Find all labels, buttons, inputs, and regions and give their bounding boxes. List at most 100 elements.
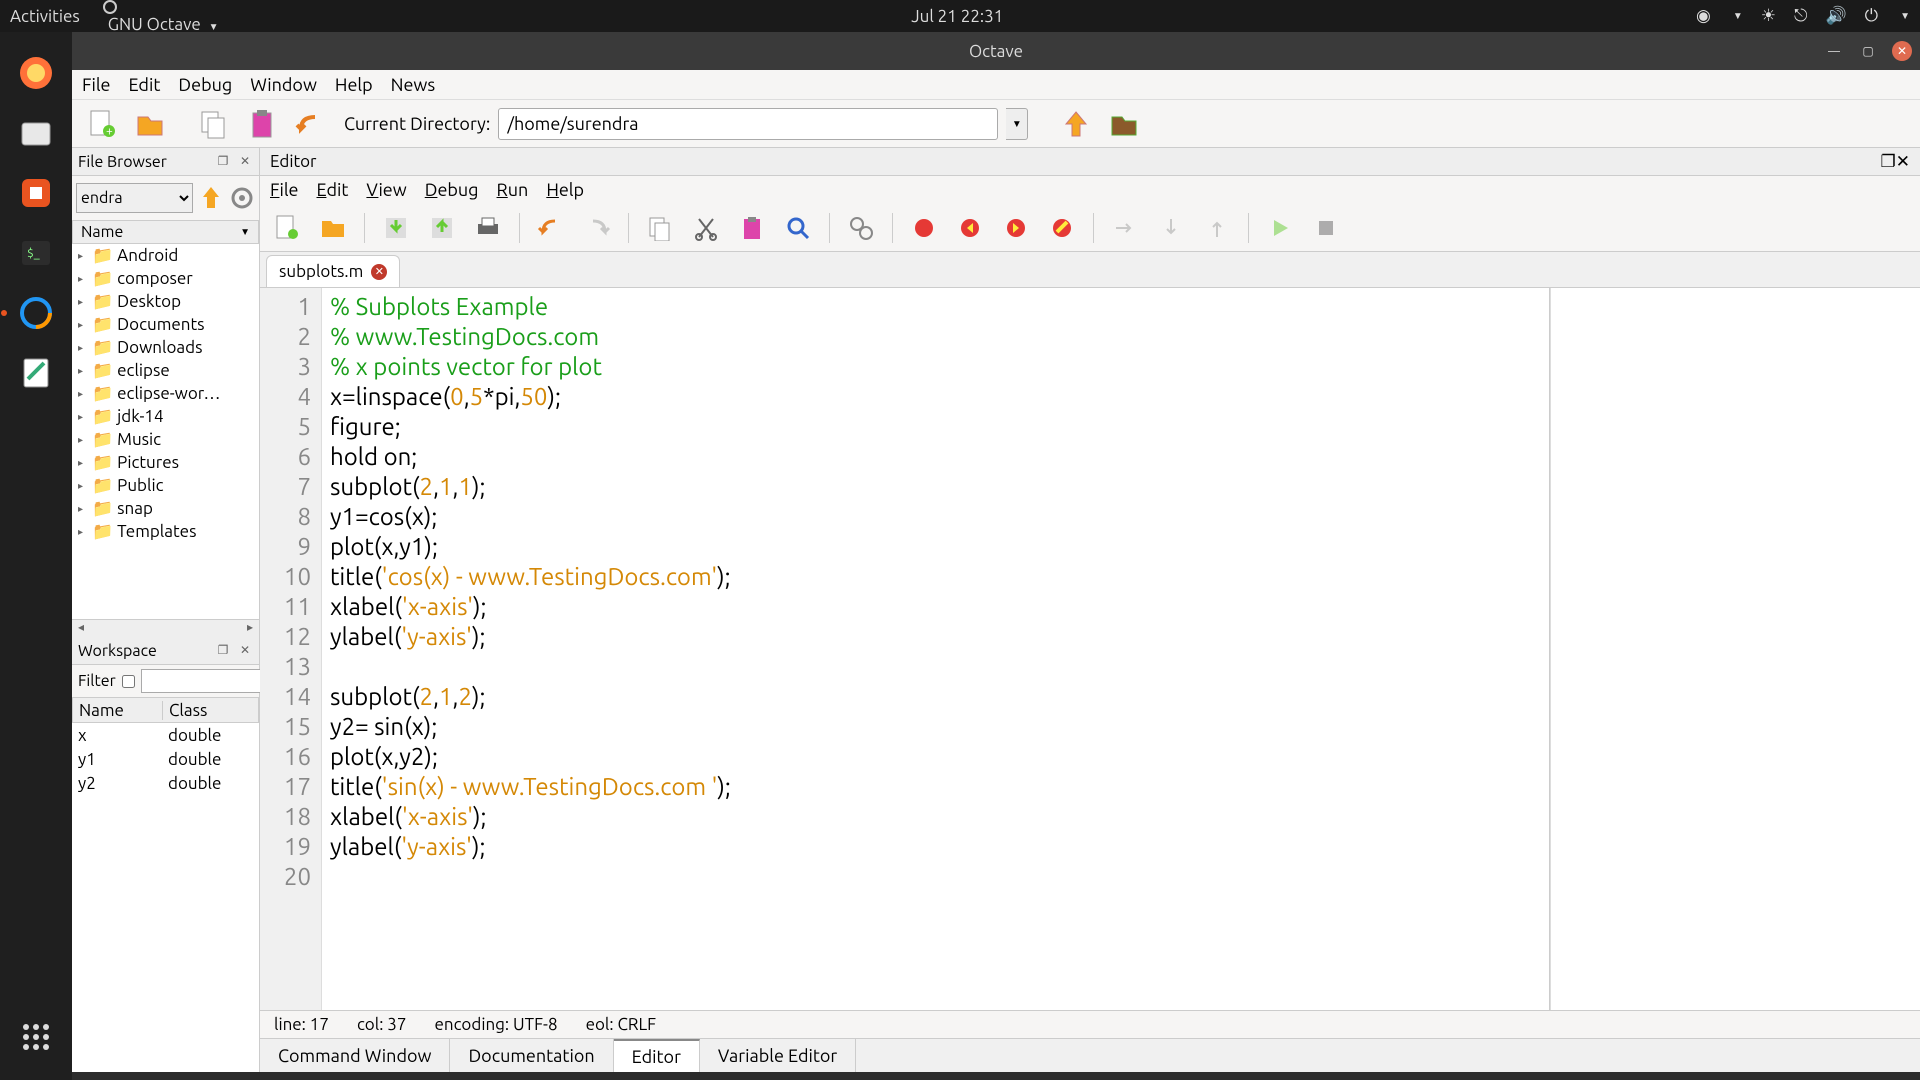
workspace-columns[interactable]: Name Class xyxy=(72,697,259,723)
open-button[interactable] xyxy=(314,209,352,247)
menu-debug[interactable]: Debug xyxy=(178,75,232,95)
dock-software[interactable] xyxy=(9,166,63,220)
accessibility-icon[interactable]: ◉ xyxy=(1696,6,1711,26)
file-item[interactable]: ▸📁Templates xyxy=(72,520,259,543)
new-file-button[interactable]: + xyxy=(82,104,122,144)
workspace-var[interactable]: y1double xyxy=(72,747,259,771)
editor-panel-header[interactable]: Editor ❐ ✕ xyxy=(260,148,1920,176)
restore-icon[interactable]: ❐ xyxy=(215,154,231,170)
workspace-header[interactable]: Workspace ❐ ✕ xyxy=(72,637,259,665)
code-editor[interactable]: 1234567891011121314151617181920 % Subplo… xyxy=(260,288,1550,1010)
step-out-button[interactable] xyxy=(1198,209,1236,247)
open-file-button[interactable] xyxy=(130,104,170,144)
file-item[interactable]: ▸📁Android xyxy=(72,244,259,267)
network-icon[interactable]: ⎋ xyxy=(1794,6,1807,26)
breakpoint-clear-button[interactable] xyxy=(1043,209,1081,247)
dock-firefox[interactable] xyxy=(9,46,63,100)
editor-tab[interactable]: subplots.m ✕ xyxy=(266,255,400,287)
breakpoint-next-button[interactable] xyxy=(997,209,1035,247)
file-item[interactable]: ▸📁Downloads xyxy=(72,336,259,359)
volume-icon[interactable]: 🔊 xyxy=(1825,6,1846,26)
redo-button[interactable] xyxy=(578,209,616,247)
bottom-tab-command-window[interactable]: Command Window xyxy=(260,1039,450,1072)
dock-terminal[interactable]: $_ xyxy=(9,226,63,280)
maximize-button[interactable]: ▢ xyxy=(1858,41,1878,61)
dock-octave[interactable] xyxy=(9,286,63,340)
run-button[interactable] xyxy=(1261,209,1299,247)
paste-button[interactable] xyxy=(733,209,771,247)
menu-help[interactable]: Help xyxy=(335,75,373,95)
dock-files[interactable] xyxy=(9,106,63,160)
editor-menu-help[interactable]: Help xyxy=(546,180,584,200)
print-button[interactable] xyxy=(469,209,507,247)
bottom-tab-variable-editor[interactable]: Variable Editor xyxy=(700,1039,856,1072)
saveas-button[interactable] xyxy=(423,209,461,247)
cut-button[interactable] xyxy=(687,209,725,247)
current-dir-dropdown[interactable]: ▼ xyxy=(1006,108,1028,140)
editor-menu-debug[interactable]: Debug xyxy=(425,180,479,200)
new-button[interactable] xyxy=(268,209,306,247)
menu-news[interactable]: News xyxy=(391,75,436,95)
dock-show-apps[interactable] xyxy=(9,1010,63,1064)
file-item[interactable]: ▸📁Desktop xyxy=(72,290,259,313)
copy-button[interactable] xyxy=(641,209,679,247)
find-button[interactable] xyxy=(779,209,817,247)
file-item[interactable]: ▸📁Music xyxy=(72,428,259,451)
restore-icon[interactable]: ❐ xyxy=(1881,152,1896,172)
browse-dir-button[interactable] xyxy=(1104,104,1144,144)
editor-menu-file[interactable]: File xyxy=(270,180,299,200)
step-in-button[interactable] xyxy=(1152,209,1190,247)
file-item[interactable]: ▸📁Pictures xyxy=(72,451,259,474)
copy-button[interactable] xyxy=(194,104,234,144)
file-item[interactable]: ▸📁Documents xyxy=(72,313,259,336)
app-menu[interactable]: GNU Octave ▼ xyxy=(102,0,219,34)
dir-up-button[interactable] xyxy=(1056,104,1096,144)
editor-menu-run[interactable]: Run xyxy=(497,180,529,200)
fb-up-button[interactable] xyxy=(197,184,225,212)
breakpoint-button[interactable] xyxy=(905,209,943,247)
activities-button[interactable]: Activities xyxy=(10,7,80,26)
save-button[interactable] xyxy=(377,209,415,247)
menu-file[interactable]: File xyxy=(82,75,111,95)
tab-modified-icon[interactable]: ✕ xyxy=(371,264,387,280)
workspace-var[interactable]: xdouble xyxy=(72,723,259,747)
path-dropdown[interactable]: endra xyxy=(76,183,193,213)
fb-column-header[interactable]: Name ▼ xyxy=(72,220,259,244)
file-item[interactable]: ▸📁Public xyxy=(72,474,259,497)
file-item[interactable]: ▸📁eclipse xyxy=(72,359,259,382)
preferences-button[interactable] xyxy=(842,209,880,247)
bottom-tab-documentation[interactable]: Documentation xyxy=(450,1039,613,1072)
titlebar[interactable]: Octave — ▢ ✕ xyxy=(72,32,1920,70)
close-icon[interactable]: ✕ xyxy=(237,643,253,659)
close-icon[interactable]: ✕ xyxy=(1896,152,1910,172)
file-browser-header[interactable]: File Browser ❐ ✕ xyxy=(72,148,259,176)
workspace-var[interactable]: y2double xyxy=(72,771,259,795)
filter-checkbox[interactable] xyxy=(122,675,135,688)
file-item[interactable]: ▸📁composer xyxy=(72,267,259,290)
menu-window[interactable]: Window xyxy=(250,75,317,95)
editor-menu-view[interactable]: View xyxy=(366,180,406,200)
current-dir-input[interactable] xyxy=(498,108,998,140)
fb-scrollbar[interactable]: ◂▸ xyxy=(72,619,259,637)
file-item[interactable]: ▸📁jdk-14 xyxy=(72,405,259,428)
undo-button[interactable] xyxy=(290,104,330,144)
bottom-tab-editor[interactable]: Editor xyxy=(614,1039,700,1072)
dock-gedit[interactable] xyxy=(9,346,63,400)
undo-button[interactable] xyxy=(532,209,570,247)
close-icon[interactable]: ✕ xyxy=(237,154,253,170)
fb-settings-button[interactable] xyxy=(229,185,255,211)
paste-button[interactable] xyxy=(242,104,282,144)
step-button[interactable] xyxy=(1106,209,1144,247)
restore-icon[interactable]: ❐ xyxy=(215,643,231,659)
brightness-icon[interactable]: ☀ xyxy=(1761,6,1776,26)
menu-edit[interactable]: Edit xyxy=(129,75,161,95)
close-button[interactable]: ✕ xyxy=(1892,41,1912,61)
code-content[interactable]: % Subplots Example % www.TestingDocs.com… xyxy=(322,288,1549,1010)
breakpoint-prev-button[interactable] xyxy=(951,209,989,247)
power-icon[interactable]: ⏻ xyxy=(1865,6,1878,26)
clock[interactable]: Jul 21 22:31 xyxy=(219,7,1696,26)
minimize-button[interactable]: — xyxy=(1824,41,1844,61)
editor-menu-edit[interactable]: Edit xyxy=(317,180,349,200)
file-item[interactable]: ▸📁snap xyxy=(72,497,259,520)
file-item[interactable]: ▸📁eclipse-wor… xyxy=(72,382,259,405)
